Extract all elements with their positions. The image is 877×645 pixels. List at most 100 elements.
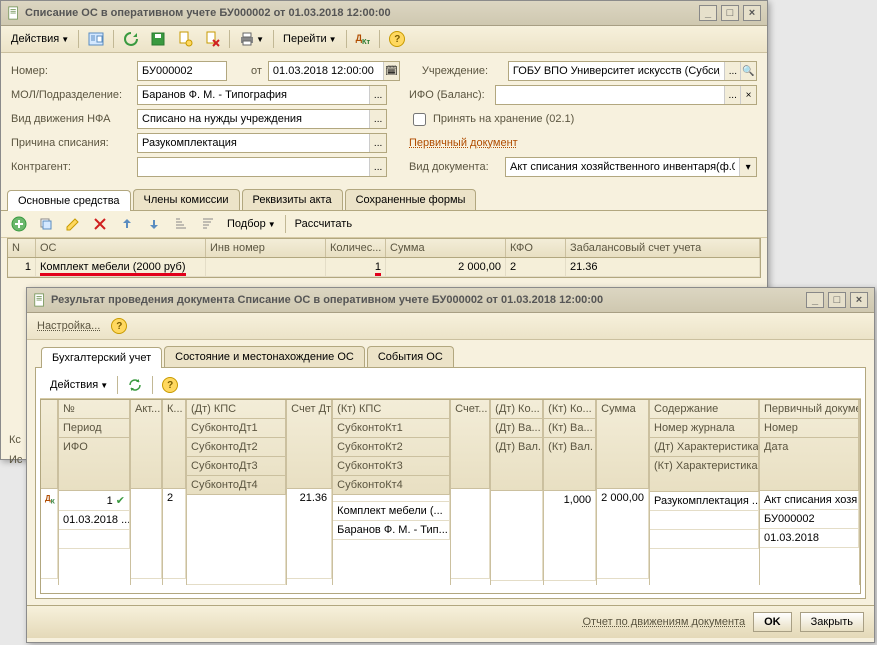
tab-komissia[interactable]: Члены комиссии: [133, 189, 240, 210]
refresh-icon[interactable]: [123, 375, 147, 395]
sort-desc-icon[interactable]: [196, 214, 220, 234]
search-icon[interactable]: 🔍: [740, 62, 756, 80]
calendar-icon[interactable]: 🗓: [383, 62, 399, 80]
field-date[interactable]: 🗓: [268, 61, 400, 81]
label-ifo: ИФО (Баланс):: [409, 89, 489, 101]
gh-kfo[interactable]: КФО: [506, 239, 566, 257]
cell-n: 1: [8, 258, 36, 276]
ok-button[interactable]: OK: [753, 612, 792, 632]
field-prichina[interactable]: ...: [137, 133, 387, 153]
ellipsis-icon[interactable]: ...: [724, 62, 740, 80]
label-vid-dvizh: Вид движения НФА: [11, 113, 131, 125]
field-vid-doc[interactable]: ▾: [505, 157, 757, 177]
main-toolbar: Действия▼ ▼ Перейти▼ ДКт ?: [1, 26, 767, 53]
move-up-icon[interactable]: [115, 214, 139, 234]
ellipsis-icon[interactable]: ...: [369, 110, 386, 128]
maximize-button[interactable]: □: [828, 292, 846, 308]
gh-summa[interactable]: Сумма: [386, 239, 506, 257]
tb-post-icon[interactable]: [173, 29, 197, 49]
report-link[interactable]: Отчет по движениям документа: [583, 616, 746, 628]
actions-dropdown-2[interactable]: Действия▼: [46, 377, 112, 393]
doc-icon: [33, 293, 47, 307]
dropdown-icon[interactable]: ▾: [739, 158, 756, 176]
tab-sobytiya[interactable]: События ОС: [367, 346, 454, 367]
clear-icon[interactable]: ×: [740, 86, 756, 104]
titlebar-2: Результат проведения документа Списание …: [27, 288, 874, 313]
gh-n[interactable]: N: [8, 239, 36, 257]
ellipsis-icon[interactable]: ...: [724, 86, 740, 104]
help-button[interactable]: ?: [107, 316, 131, 336]
label-prichina: Причина списания:: [11, 137, 131, 149]
close-button[interactable]: ×: [850, 292, 868, 308]
tab-saved-forms[interactable]: Сохраненные формы: [345, 189, 477, 210]
tab-sostoyanie[interactable]: Состояние и местонахождение ОС: [164, 346, 365, 367]
toolbar-2: Настройка... ?: [27, 313, 874, 340]
field-ifo[interactable]: ...×: [495, 85, 757, 105]
podbor-dropdown[interactable]: Подбор▼: [223, 216, 280, 232]
goto-dropdown[interactable]: Перейти▼: [279, 31, 341, 47]
settings-link[interactable]: Настройка...: [33, 318, 104, 334]
footer-bar: Отчет по движениям документа OK Закрыть: [27, 605, 874, 638]
field-vid-dvizh[interactable]: ...: [137, 109, 387, 129]
label-ot: от: [251, 65, 262, 77]
tab-buh[interactable]: Бухгалтерский учет: [41, 347, 162, 368]
close-button[interactable]: ×: [743, 5, 761, 21]
link-pervich-doc[interactable]: Первичный документ: [409, 137, 518, 149]
gh-inv[interactable]: Инв номер: [206, 239, 326, 257]
tb-unpost-icon[interactable]: [200, 29, 224, 49]
help-button[interactable]: ?: [385, 29, 409, 49]
window-title-2: Результат проведения документа Списание …: [51, 294, 806, 306]
tb-print-icon[interactable]: ▼: [235, 29, 268, 49]
field-mol[interactable]: ...: [137, 85, 387, 105]
window-title: Списание ОС в оперативном учете БУ000002…: [25, 7, 699, 19]
label-kontragent: Контрагент:: [11, 161, 131, 173]
grid-header: N ОС Инв номер Количес... Сумма КФО Заба…: [8, 239, 760, 258]
sort-asc-icon[interactable]: [169, 214, 193, 234]
edit-row-icon[interactable]: [61, 214, 85, 234]
window-result: Результат проведения документа Списание …: [26, 287, 875, 643]
label-nomer: Номер:: [11, 65, 131, 77]
move-down-icon[interactable]: [142, 214, 166, 234]
label-uchrezh: Учреждение:: [422, 65, 502, 77]
tab-rekvizity[interactable]: Реквизиты акта: [242, 189, 343, 210]
close-button-footer[interactable]: Закрыть: [800, 612, 864, 632]
field-kontragent[interactable]: ...: [137, 157, 387, 177]
gh-qty[interactable]: Количес...: [326, 239, 386, 257]
tabs-main: Основные средства Члены комиссии Реквизи…: [1, 189, 767, 211]
cell-zabal: 21.36: [566, 258, 760, 276]
rasschitat-button[interactable]: Рассчитать: [291, 216, 356, 232]
gh-os[interactable]: ОС: [36, 239, 206, 257]
titlebar: Списание ОС в оперативном учете БУ000002…: [1, 1, 767, 26]
tabs-result: Бухгалтерский учет Состояние и местонахо…: [35, 346, 866, 368]
ellipsis-icon[interactable]: ...: [369, 134, 386, 152]
fragment-k: Кс: [9, 434, 21, 446]
grid-row[interactable]: 1 Комплект мебели (2000 руб) 1 2 000,00 …: [8, 258, 760, 277]
tb-form-icon[interactable]: [84, 29, 108, 49]
result-subtoolbar: Действия▼ ?: [40, 372, 861, 399]
field-nomer[interactable]: [137, 61, 227, 81]
dtkt-icon: ДК: [41, 489, 58, 579]
copy-row-icon[interactable]: [34, 214, 58, 234]
actions-dropdown[interactable]: Действия▼: [7, 31, 73, 47]
field-uchrezh[interactable]: ...🔍: [508, 61, 757, 81]
help-button[interactable]: ?: [158, 375, 182, 395]
delete-row-icon[interactable]: [88, 214, 112, 234]
tb-dtkt-icon[interactable]: ДКт: [352, 31, 375, 48]
tab-os[interactable]: Основные средства: [7, 190, 131, 211]
cell-kfo: 2: [506, 258, 566, 276]
label-mol: МОЛ/Подразделение:: [11, 89, 131, 101]
cell-inv: [206, 258, 326, 276]
maximize-button[interactable]: □: [721, 5, 739, 21]
ellipsis-icon[interactable]: ...: [369, 86, 386, 104]
minimize-button[interactable]: _: [806, 292, 824, 308]
checkbox-prinyat[interactable]: Принять на хранение (02.1): [409, 110, 574, 129]
gh-zabal[interactable]: Забалансовый счет учета: [566, 239, 760, 257]
tb-save-icon[interactable]: [146, 29, 170, 49]
fragment-i: Ис: [9, 454, 22, 466]
label-vid-doc: Вид документа:: [409, 161, 499, 173]
result-grid: ДК № Период ИФО 1 ✔ 01.03.2018 ...: [41, 400, 860, 585]
minimize-button[interactable]: _: [699, 5, 717, 21]
add-row-icon[interactable]: [7, 214, 31, 234]
ellipsis-icon[interactable]: ...: [369, 158, 386, 176]
tb-refresh-icon[interactable]: [119, 29, 143, 49]
